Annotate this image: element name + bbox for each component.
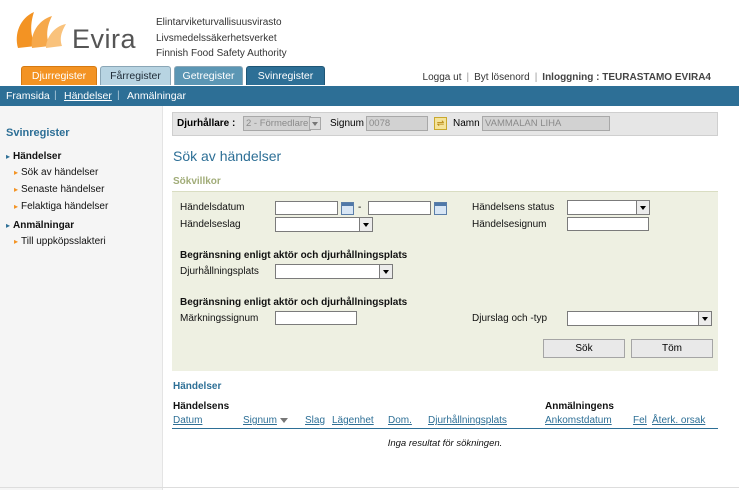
sidebar-item-label: Senaste händelser: [21, 184, 105, 195]
tab-djurregister[interactable]: Djurregister: [21, 66, 97, 85]
nav-separator: |: [117, 89, 120, 101]
section-title-marking: Begränsning enligt aktör och djurhållnin…: [180, 297, 408, 308]
app-window: Evira Elintarviketurvallisuusvirasto Liv…: [0, 0, 739, 490]
results-title: Händelser: [173, 381, 222, 392]
tab-farregister[interactable]: Fårregister: [100, 66, 171, 85]
date-separator: -: [358, 202, 362, 213]
sort-down-icon: [279, 417, 288, 423]
evira-logo: Evira: [10, 8, 150, 58]
event-status-select[interactable]: [567, 200, 650, 215]
chevron-right-icon: ▸: [14, 168, 19, 177]
column-aterk-orsak[interactable]: Återk. orsak: [652, 415, 705, 426]
nav-framsida[interactable]: Framsida: [6, 90, 50, 102]
name-label: Namn: [453, 118, 480, 129]
calendar-icon[interactable]: [341, 202, 354, 215]
event-date-from-input[interactable]: [275, 201, 338, 215]
holding-select[interactable]: [275, 264, 393, 279]
separator: |: [534, 72, 538, 83]
sidebar-item-felaktiga-handelser[interactable]: ▸ Felaktiga händelser: [14, 201, 108, 212]
event-type-label: Händelseslag: [180, 219, 241, 230]
name-field: VAMMALAN LIHA: [482, 116, 610, 131]
table-header-divider: [172, 428, 718, 429]
nav-handelser[interactable]: Händelser: [64, 90, 112, 102]
search-button[interactable]: Sök: [543, 339, 625, 358]
column-signum-label: Signum: [243, 415, 277, 426]
sidebar-title: Svinregister: [6, 127, 70, 139]
login-status: Inloggning : TEURASTAMO EVIRA4: [542, 72, 711, 83]
sidebar: Svinregister ▸ Händelser ▸ Sök av händelse…: [0, 106, 163, 490]
main-nav: Framsida | Händelser | Anmälningar: [0, 86, 739, 106]
animal-keeper-select[interactable]: 2 - Förmedlare: [243, 116, 311, 131]
event-date-label: Händelsdatum: [180, 202, 245, 213]
logo-text: Evira: [72, 24, 137, 54]
signum-label: Signum: [330, 118, 364, 129]
sidebar-item-label: Till uppköpsslakteri: [21, 236, 106, 247]
criteria-title: Sökvillkor: [173, 176, 221, 187]
sidebar-item-till-uppkopsslakteri[interactable]: ▸ Till uppköpsslakteri: [14, 236, 106, 247]
nav-anmalningar[interactable]: Anmälningar: [127, 90, 186, 102]
agency-name-en: Finnish Food Safety Authority: [156, 48, 287, 59]
event-signum-label: Händelsesignum: [472, 219, 547, 230]
column-ankomstdatum[interactable]: Ankomstdatum: [545, 415, 612, 426]
chevron-right-icon: ▸: [14, 185, 19, 194]
species-label: Djurslag och -typ: [472, 313, 548, 324]
agency-name: Elintarviketurvallisuusvirasto Livsmedel…: [156, 15, 287, 62]
calendar-icon[interactable]: [434, 202, 447, 215]
top-links: Logga ut | Byt lösenord | Inloggning : TEURA…: [423, 72, 711, 83]
column-signum[interactable]: Signum: [243, 415, 288, 426]
column-fel[interactable]: Fel: [633, 415, 647, 426]
chevron-down-icon[interactable]: [309, 117, 321, 130]
column-dom[interactable]: Dom.: [388, 415, 412, 426]
sidebar-item-label: Sök av händelser: [21, 167, 99, 178]
column-datum[interactable]: Datum: [173, 415, 202, 426]
chevron-down-icon: [698, 312, 711, 325]
chevron-down-icon: [636, 201, 649, 214]
animal-keeper-label: Djurhållare :: [177, 118, 236, 129]
sidebar-item-handelser[interactable]: ▸ Händelser: [6, 151, 61, 162]
sidebar-item-anmalningar[interactable]: ▸ Anmälningar: [6, 220, 74, 231]
species-select[interactable]: [567, 311, 712, 326]
sidebar-item-label: Anmälningar: [13, 220, 75, 231]
tab-svinregister[interactable]: Svinregister: [246, 66, 325, 85]
event-date-to-input[interactable]: [368, 201, 431, 215]
event-status-label: Händelsens status: [472, 202, 555, 213]
search-criteria-panel: Händelsdatum - Händelsens status Händels…: [172, 191, 718, 371]
column-djurhallningsplats[interactable]: Djurhållningsplats: [428, 415, 507, 426]
group-header-event: Händelsens: [173, 401, 230, 412]
marking-input[interactable]: [275, 311, 357, 325]
column-slag[interactable]: Slag: [305, 415, 325, 426]
chevron-right-icon: ▸: [6, 152, 11, 161]
holding-label: Djurhållningsplats: [180, 266, 259, 277]
chevron-right-icon: ▸: [14, 237, 19, 246]
separator: |: [466, 72, 470, 83]
sidebar-item-senaste-handelser[interactable]: ▸ Senaste händelser: [14, 184, 104, 195]
column-lagenhet[interactable]: Lägenhet: [332, 415, 374, 426]
group-header-notification: Anmälningens: [545, 401, 614, 412]
chevron-down-icon: [379, 265, 392, 278]
agency-name-sv: Livsmedelssäkerhetsverket: [156, 32, 277, 44]
logout-link[interactable]: Logga ut: [423, 72, 462, 83]
evira-leaf-icon: [16, 12, 66, 48]
nav-separator: |: [54, 89, 57, 101]
section-title-holding: Begränsning enligt aktör och djurhållnin…: [180, 250, 408, 261]
chevron-right-icon: ▸: [6, 221, 11, 230]
swap-icon[interactable]: ⇌: [434, 117, 447, 130]
sidebar-item-label: Händelser: [13, 151, 62, 162]
animal-keeper-bar: Djurhållare : 2 - Förmedlare Signum 0078…: [172, 112, 718, 136]
page-title: Sök av händelser: [173, 148, 282, 164]
sidebar-item-label: Felaktiga händelser: [21, 201, 109, 212]
signum-field: 0078: [366, 116, 428, 131]
clear-button[interactable]: Töm: [631, 339, 713, 358]
marking-label: Märkningssignum: [180, 313, 259, 324]
empty-results-message: Inga resultat för sökningen.: [387, 438, 503, 449]
sidebar-item-sok-av-handelser[interactable]: ▸ Sök av händelser: [14, 167, 98, 178]
event-signum-input[interactable]: [567, 217, 649, 231]
chevron-right-icon: ▸: [14, 202, 19, 211]
change-password-link[interactable]: Byt lösenord: [474, 72, 530, 83]
chevron-down-icon: [359, 218, 372, 231]
agency-name-fi: Elintarviketurvallisuusvirasto: [156, 17, 282, 28]
tab-getregister[interactable]: Getregister: [174, 66, 243, 85]
event-type-select[interactable]: [275, 217, 373, 232]
footer-divider: [0, 487, 739, 488]
